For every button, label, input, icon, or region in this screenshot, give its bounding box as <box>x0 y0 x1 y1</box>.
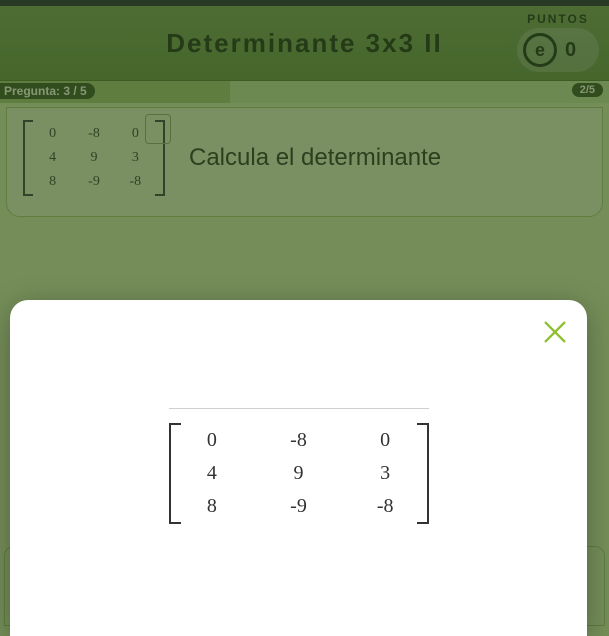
points-block: PUNTOS e 0 <box>517 12 599 72</box>
modal-matrix: 0 -8 0 4 9 3 8 -9 -8 <box>169 408 429 530</box>
matrix-modal: 0 -8 0 4 9 3 8 -9 -8 <box>10 300 587 636</box>
question-matrix-thumb[interactable]: 0 -8 0 4 9 3 8 -9 -8 <box>19 116 169 200</box>
matrix-cell: 8 <box>39 174 66 190</box>
matrix-cell: -8 <box>122 174 149 190</box>
matrix-cell: -8 <box>80 126 107 142</box>
matrix-cell: 3 <box>122 150 149 166</box>
matrix-cell: -8 <box>362 495 409 518</box>
score-coin-icon: e <box>523 33 557 67</box>
matrix-cell: 0 <box>189 429 236 452</box>
score-value: 0 <box>565 39 576 62</box>
bracket-left-icon <box>169 423 181 524</box>
matrix-cell: 4 <box>189 462 236 485</box>
matrix-cell: 9 <box>80 150 107 166</box>
close-icon <box>541 318 569 346</box>
points-label: PUNTOS <box>517 12 599 26</box>
bracket-left-icon <box>23 120 33 196</box>
matrix-cell: 9 <box>275 462 322 485</box>
matrix-cell: 0 <box>39 126 66 142</box>
question-card: 0 -8 0 4 9 3 8 -9 -8 Calcula el determin… <box>6 107 603 217</box>
score-pill: e 0 <box>517 28 599 72</box>
matrix-cell: 0 <box>362 429 409 452</box>
question-counter-badge: Pregunta: 3 / 5 <box>0 83 95 99</box>
matrix-cell: -8 <box>275 429 322 452</box>
matrix-cell: -9 <box>80 174 107 190</box>
header: Determinante 3x3 II PUNTOS e 0 <box>0 6 609 81</box>
matrix-cell: -9 <box>275 495 322 518</box>
matrix-cell: 0 <box>122 126 149 142</box>
question-prompt: Calcula el determinante <box>189 144 441 172</box>
matrix-cell: 4 <box>39 150 66 166</box>
progress-bar: Pregunta: 3 / 5 2/5 <box>0 81 609 103</box>
page-title: Determinante 3x3 II <box>166 28 442 59</box>
bracket-right-icon <box>417 423 429 524</box>
matrix-cell: 3 <box>362 462 409 485</box>
matrix-cell: 8 <box>189 495 236 518</box>
progress-badge: 2/5 <box>572 83 603 97</box>
close-button[interactable] <box>541 318 569 346</box>
bracket-right-icon <box>155 120 165 196</box>
